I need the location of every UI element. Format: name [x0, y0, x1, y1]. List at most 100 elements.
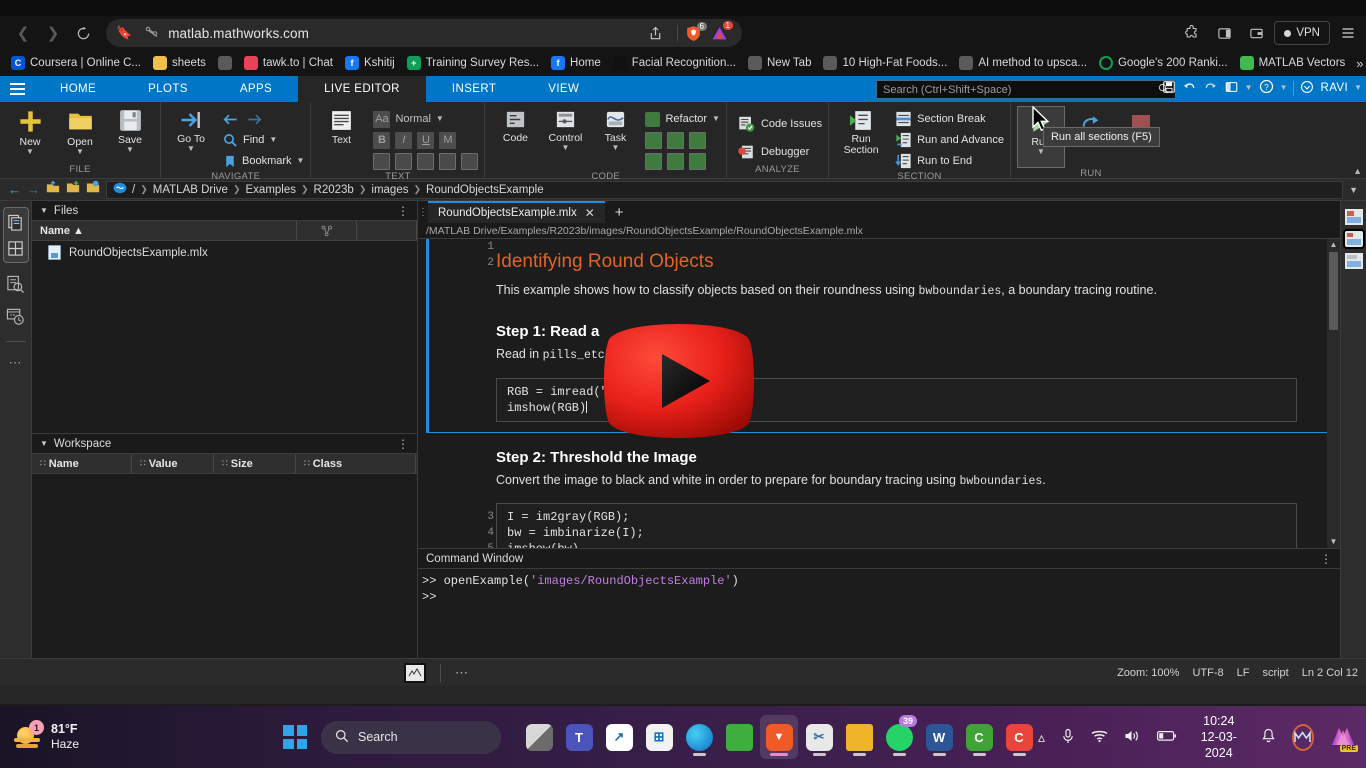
status-more-icon[interactable]: ⋯ [441, 665, 482, 681]
cloud-icon[interactable] [1300, 80, 1314, 97]
reload-icon[interactable] [68, 20, 98, 46]
column-grip-icon[interactable]: ∷ [222, 458, 227, 469]
notifications-bell-icon[interactable] [1261, 728, 1276, 747]
layout-caret-icon[interactable]: ▼ [1245, 85, 1253, 91]
taskbar-app-microsoft-teams[interactable]: T [560, 715, 598, 759]
wrap-comment-icon[interactable] [689, 132, 706, 149]
outdent-icon[interactable] [689, 153, 706, 170]
bookmark-button[interactable]: Bookmark ▼ [223, 151, 304, 171]
editor-section-2[interactable]: Step 2: Threshold the Image Convert the … [426, 433, 1327, 548]
brave-shields-icon[interactable]: 6 [685, 25, 702, 42]
code-button[interactable]: Code [491, 106, 539, 144]
taskbar-app-charts-app[interactable]: ↗ [600, 715, 638, 759]
scroll-down-icon[interactable]: ▼ [1330, 536, 1338, 548]
scrollbar-thumb[interactable] [1329, 252, 1338, 330]
comment-icon[interactable] [645, 132, 662, 149]
share-icon[interactable] [640, 20, 670, 46]
tab-apps[interactable]: APPS [214, 76, 298, 102]
back-icon[interactable]: ❮ [8, 20, 38, 46]
chevron-down-icon[interactable]: ▼ [712, 116, 720, 122]
tab-view[interactable]: VIEW [522, 76, 605, 102]
control-button[interactable]: Control ▼ [541, 106, 589, 151]
workspace-search-icon[interactable] [5, 273, 27, 295]
dir-back-icon[interactable]: ← [8, 182, 21, 197]
bookmark-item[interactable]: CCoursera | Online C... [6, 52, 146, 74]
taskbar-app-file-explorer[interactable] [840, 715, 878, 759]
breadcrumb-item[interactable]: MATLAB Drive [153, 184, 228, 196]
bookmark-item[interactable]: fKshitij [340, 52, 400, 74]
code-tools-row-1[interactable] [645, 130, 720, 150]
taskbar-clock[interactable]: 10:24 12-03-2024 [1193, 713, 1244, 762]
code-issues-button[interactable]: Code Issues [737, 114, 822, 134]
user-menu[interactable]: RAVI [1320, 82, 1348, 94]
bookmark-item[interactable]: MATLAB Vectors [1235, 52, 1351, 74]
layout-output-inline-icon[interactable] [1345, 209, 1363, 225]
breadcrumb-item[interactable]: Examples [246, 184, 297, 196]
dir-forward-icon[interactable]: → [27, 182, 40, 197]
help-caret-icon[interactable]: ▼ [1280, 85, 1288, 91]
layout-output-right-icon[interactable] [1345, 231, 1363, 247]
run-to-end-button[interactable]: Run to End [895, 151, 1004, 171]
files-col-extra[interactable] [357, 221, 417, 240]
workspace-col-value[interactable]: ∷Value [132, 454, 214, 473]
smart-indent-icon[interactable] [667, 153, 684, 170]
taskbar-app-microsoft-store[interactable]: ⊞ [640, 715, 678, 759]
new-tab-icon[interactable]: + [605, 201, 634, 223]
tab-insert[interactable]: INSERT [426, 76, 522, 102]
breadcrumb[interactable]: /❯MATLAB Drive❯Examples❯R2023b❯images❯Ro… [106, 181, 1343, 199]
undo-icon[interactable] [1182, 79, 1197, 97]
breadcrumb-item[interactable]: images [371, 184, 408, 196]
style-dropdown-label[interactable]: Normal [395, 113, 430, 125]
chevron-down-icon[interactable]: ▼ [187, 146, 195, 152]
chevron-down-icon[interactable]: ▼ [436, 116, 444, 122]
chevron-down-icon[interactable]: ▼ [611, 145, 619, 151]
run-and-advance-button[interactable]: Run and Advance [895, 130, 1004, 150]
debugger-button[interactable]: Debugger [737, 142, 822, 162]
layout-output-hidden-icon[interactable] [1345, 253, 1363, 269]
files-col-name[interactable]: Name ▲ [32, 221, 297, 240]
command-window[interactable]: Command Window ⋮ >> openExample('images/… [418, 548, 1340, 658]
command-history-icon[interactable]: >> [5, 305, 27, 327]
uncomment-icon[interactable] [667, 132, 684, 149]
workspace-list[interactable] [32, 474, 417, 658]
bookmark-item[interactable]: Facial Recognition... [608, 52, 741, 74]
workspace-col-name[interactable]: ∷Name [32, 454, 132, 473]
open-button[interactable]: Open ▼ [56, 106, 104, 155]
files-col-git[interactable] [297, 221, 357, 240]
font-size-icon[interactable]: Aa [373, 111, 390, 128]
text-button[interactable]: Text [317, 106, 365, 146]
taskbar-app-snipping-tool[interactable]: ✂ [800, 715, 838, 759]
taskbar-app-microsoft-word[interactable]: W [920, 715, 958, 759]
monospace-button[interactable]: M [439, 132, 456, 149]
tab-home[interactable]: HOME [34, 76, 122, 102]
refresh-icon[interactable] [86, 180, 100, 199]
chevron-down-icon[interactable]: ▼ [1037, 149, 1045, 155]
panel-grip[interactable]: ⋮ [418, 201, 428, 223]
list-item[interactable]: RoundObjectsExample.mlx [32, 241, 417, 264]
grid-panel-icon[interactable] [5, 237, 27, 259]
bookmark-item[interactable]: tawk.to | Chat [239, 52, 338, 74]
new-button[interactable]: New ▼ [6, 106, 54, 155]
microphone-icon[interactable] [1061, 728, 1075, 747]
breadcrumb-item[interactable]: RoundObjectsExample [426, 184, 544, 196]
search-input[interactable] [883, 84, 1158, 96]
find-button[interactable]: Find ▼ [223, 130, 304, 150]
chevron-down-icon[interactable]: ▼ [26, 149, 34, 155]
nav-arrows[interactable] [223, 109, 304, 129]
text-list-row[interactable] [373, 151, 478, 171]
command-prompt[interactable]: >> [422, 589, 1336, 605]
youtube-play-button-overlay[interactable] [598, 322, 760, 440]
live-editor[interactable]: Identifying Round Objects This example s… [418, 239, 1340, 548]
chevron-down-icon[interactable]: ▼ [126, 147, 134, 153]
workspace-col-size[interactable]: ∷Size [214, 454, 296, 473]
bookmark-item[interactable]: fHome [546, 52, 606, 74]
vpn-toggle[interactable]: VPN [1274, 21, 1330, 45]
show-hidden-icons-chevron[interactable]: ▵ [1038, 729, 1045, 746]
encoding-label[interactable]: UTF-8 [1192, 667, 1223, 679]
address-bar[interactable]: 🔖 matlab.mathworks.com 6 1 [106, 19, 742, 47]
bookmark-item[interactable]: +Training Survey Res... [402, 52, 544, 74]
tab-plots[interactable]: PLOTS [122, 76, 214, 102]
filetype-label[interactable]: script [1262, 667, 1288, 679]
battery-icon[interactable] [1157, 729, 1177, 745]
italic-button[interactable]: I [395, 132, 412, 149]
